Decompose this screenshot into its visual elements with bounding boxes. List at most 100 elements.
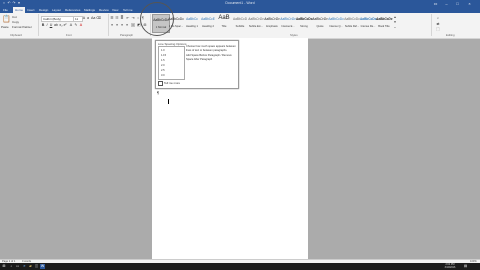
- styles-up-icon[interactable]: ▴: [393, 15, 397, 19]
- change-case-icon[interactable]: Aa: [91, 16, 95, 20]
- style-preview: AaBbCcDc: [296, 17, 313, 21]
- style-label: Title: [221, 25, 227, 28]
- line-spacing-option[interactable]: 3.0: [161, 74, 165, 77]
- style-preview: AaBbCcDc: [328, 17, 344, 21]
- windows-start-icon[interactable]: ⊞: [1, 264, 7, 269]
- style-subtle-reference[interactable]: AaBbCcDc Subtle Ref...: [344, 14, 360, 31]
- style-book-title[interactable]: AaBbCcDc Book Title: [376, 14, 392, 31]
- numbering-icon[interactable]: ☷: [115, 16, 119, 20]
- style-preview: AaBbCcDc: [248, 17, 264, 21]
- style-preview: AaBbCcD: [233, 17, 247, 21]
- style-label: Subtle Em...: [248, 25, 264, 28]
- font-group-label: Font: [66, 33, 72, 37]
- increase-indent-icon[interactable]: ⇥: [131, 16, 135, 20]
- style-strong[interactable]: AaBbCcDc Strong: [296, 14, 312, 31]
- line-spacing-option[interactable]: 1.5: [161, 59, 165, 62]
- style-label: Subtitle: [235, 25, 245, 28]
- taskbar: ⊞ ⌕ ▭ e ▰ ◫ W 2:04 PM 3/10/2016 ▤: [0, 263, 480, 270]
- style-preview: AaBbCcDc: [264, 17, 280, 21]
- maximize-icon[interactable]: □: [453, 0, 462, 7]
- word-taskbar-icon[interactable]: W: [40, 264, 45, 269]
- task-view-icon[interactable]: ▭: [15, 264, 20, 269]
- ribbon-display-icon[interactable]: ▭: [431, 0, 440, 7]
- style-quote[interactable]: AaBbCcDc Quote: [312, 14, 328, 31]
- line-spacing-option[interactable]: 2.0: [161, 64, 165, 67]
- style-preview: AaBbCcDc: [280, 17, 296, 21]
- divider: [108, 14, 109, 36]
- style-title[interactable]: AaB Title: [216, 14, 232, 31]
- styles-more-icon[interactable]: ⌄: [393, 25, 397, 29]
- find-icon[interactable]: ⌕: [436, 16, 440, 20]
- align-center-icon[interactable]: ≡: [115, 23, 119, 27]
- style-subtitle[interactable]: AaBbCcD Subtitle: [232, 14, 248, 31]
- paste-icon[interactable]: 📋: [2, 15, 11, 23]
- style-label: Intense E...: [281, 25, 295, 28]
- notifications-icon[interactable]: ▤: [463, 264, 468, 269]
- file-explorer-icon[interactable]: ▰: [28, 264, 33, 269]
- style-preview: AaBbCcDc: [344, 17, 360, 21]
- format-painter-button[interactable]: Format Painter: [12, 25, 32, 29]
- minimize-icon[interactable]: –: [442, 0, 451, 7]
- underline-icon[interactable]: U: [49, 23, 53, 27]
- divider: [431, 14, 432, 36]
- style-preview: AaBbCcDc: [376, 17, 393, 21]
- close-icon[interactable]: ×: [465, 0, 474, 7]
- search-icon[interactable]: ⌕: [9, 264, 14, 269]
- title-bar: ▪ ↶ ↷ ▾ Document1 - Word ▭ – □ ×: [0, 0, 480, 7]
- shrink-font-icon[interactable]: a: [86, 16, 90, 20]
- style-heading-1[interactable]: AaBbCc Heading 1: [184, 14, 200, 31]
- style-intense-quote[interactable]: AaBbCcDc Intense Q...: [328, 14, 344, 31]
- style-label: Subtle Ref...: [344, 25, 360, 28]
- style-preview: AaBbCcDc: [312, 17, 328, 21]
- strikethrough-icon[interactable]: ab: [54, 23, 58, 27]
- style-intense-reference[interactable]: AaBbCcDc Intense Re...: [360, 14, 376, 31]
- divider: [38, 14, 39, 36]
- highlight-circle: [140, 2, 174, 36]
- dropdown-description-2: Add Space Before Paragraph / Remove Spac…: [186, 54, 232, 61]
- mouse-cursor: [168, 99, 169, 104]
- line-spacing-option[interactable]: 1.0: [161, 49, 165, 52]
- paste-button[interactable]: Paste: [1, 25, 9, 29]
- style-preview: AaB: [218, 15, 230, 21]
- style-heading-2[interactable]: AaBbCcE Heading 2: [200, 14, 216, 31]
- clock[interactable]: 2:04 PM 3/10/2016: [440, 263, 460, 269]
- bullets-icon[interactable]: ☰: [110, 16, 114, 20]
- info-icon: [158, 81, 163, 86]
- copy-button[interactable]: Copy: [12, 20, 19, 24]
- select-icon[interactable]: ⬚: [436, 27, 440, 31]
- justify-icon[interactable]: ≡: [125, 23, 129, 27]
- tell-me-more-link[interactable]: Tell me more: [158, 81, 180, 86]
- style-label: Intense Re...: [360, 25, 376, 28]
- align-right-icon[interactable]: ≡: [120, 23, 124, 27]
- multilevel-list-icon[interactable]: ≣: [120, 16, 124, 20]
- style-preview: AaBbCcDc: [360, 17, 377, 21]
- style-preview: AaBbCc: [186, 17, 198, 21]
- text-effects-icon[interactable]: A: [69, 23, 73, 27]
- paragraph-mark: ¶: [157, 90, 160, 95]
- line-spacing-option[interactable]: 1.15: [161, 54, 166, 57]
- style-label: Heading 1: [186, 25, 198, 28]
- styles-down-icon[interactable]: ▾: [393, 20, 397, 24]
- highlight-icon[interactable]: ✎: [74, 23, 78, 27]
- line-spacing-option[interactable]: 2.5: [161, 69, 165, 72]
- clear-formatting-icon[interactable]: ⌫: [96, 16, 101, 20]
- style-label: Quote: [316, 25, 324, 28]
- decrease-indent-icon[interactable]: ⇤: [126, 16, 130, 20]
- style-label: Emphasis: [266, 25, 278, 28]
- font-color-icon[interactable]: A: [79, 23, 83, 27]
- style-subtle-emphasis[interactable]: AaBbCcDc Subtle Em...: [248, 14, 264, 31]
- align-left-icon[interactable]: ≡: [110, 23, 114, 27]
- store-icon[interactable]: ◫: [34, 264, 39, 269]
- style-label: Heading 2: [202, 25, 214, 28]
- font-family-select[interactable]: Calibri (Body): [41, 16, 74, 22]
- edge-icon[interactable]: e: [22, 264, 27, 269]
- line-spacing-icon[interactable]: ↕: [131, 23, 135, 27]
- ribbon: 📋 Paste Cut Copy Format Painter Clipboar…: [0, 13, 480, 39]
- cut-button[interactable]: Cut: [12, 15, 17, 19]
- style-intense-emphasis[interactable]: AaBbCcDc Intense E...: [280, 14, 296, 31]
- line-spacing-dropdown: Line Spacing Options 1.0 1.15 1.5 2.0 2.…: [155, 40, 239, 89]
- styles-group-label: Styles: [290, 33, 298, 37]
- style-emphasis[interactable]: AaBbCcDc Emphasis: [264, 14, 280, 31]
- replace-icon[interactable]: ⇄: [436, 22, 440, 26]
- superscript-icon[interactable]: x²: [63, 23, 67, 27]
